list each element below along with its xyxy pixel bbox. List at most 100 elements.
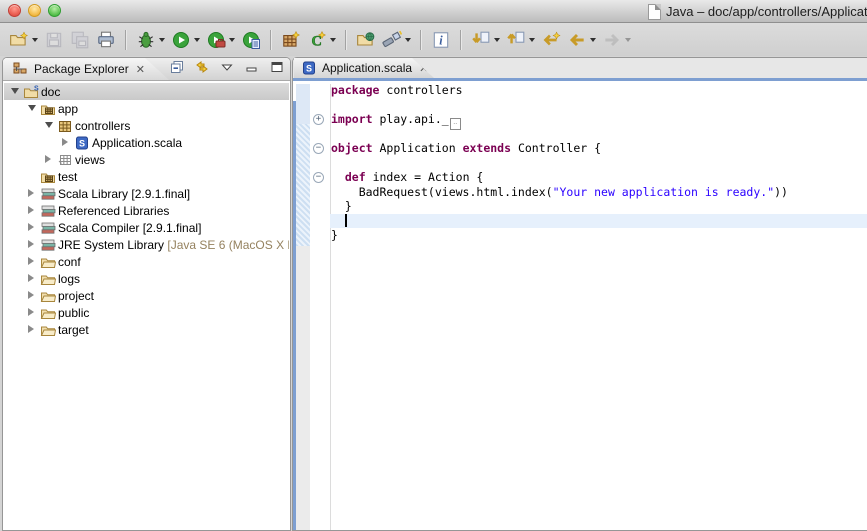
last-edit-location-button[interactable] <box>539 28 563 52</box>
tree-item-views[interactable]: views <box>4 151 289 168</box>
mark-occurrences-toggle[interactable]: i <box>429 28 453 52</box>
dropdown-caret-icon[interactable] <box>32 38 38 42</box>
previous-annotation-button[interactable] <box>504 28 537 52</box>
tree-item-referenced-libraries[interactable]: Referenced Libraries <box>4 202 289 219</box>
search-button[interactable] <box>380 28 413 52</box>
expand-arrow-icon[interactable] <box>45 155 51 163</box>
expand-arrow-icon[interactable] <box>28 206 34 214</box>
expand-arrow-icon[interactable] <box>28 257 34 265</box>
collapse-arrow-icon[interactable] <box>11 88 19 94</box>
code-line: BadRequest(views.html.index("Your new ap… <box>331 185 867 200</box>
run-history-button[interactable] <box>239 28 263 52</box>
code-text <box>331 170 345 184</box>
tree-item-scala-compiler-2-9-1-final[interactable]: Scala Compiler [2.9.1.final] <box>4 219 289 236</box>
tree-item-controllers[interactable]: controllers <box>4 117 289 134</box>
scala-file-icon: S <box>74 135 90 151</box>
collapse-arrow-icon[interactable] <box>28 105 36 111</box>
toolbar-separator <box>270 30 272 50</box>
tree-item-test[interactable]: test <box>4 168 289 185</box>
tree-item-jre-system-library[interactable]: JRE System Library [Java SE 6 (MacOS X D… <box>4 236 289 253</box>
code-line: object Application extends Controller { <box>331 141 867 156</box>
expand-arrow-icon[interactable] <box>28 189 34 197</box>
code-text-area[interactable]: package controllersimport play.api._..ob… <box>331 83 867 530</box>
tree-item-public[interactable]: public <box>4 304 289 321</box>
tree-item-project[interactable]: project <box>4 287 289 304</box>
debug-button[interactable] <box>134 28 167 52</box>
new-java-package-button[interactable] <box>279 28 303 52</box>
dropdown-caret-icon[interactable] <box>590 38 596 42</box>
zoom-button[interactable] <box>48 4 61 17</box>
library-icon <box>40 203 56 219</box>
expand-arrow-icon[interactable] <box>28 240 34 248</box>
link-editor-icon <box>194 59 210 80</box>
package-explorer-icon <box>11 60 29 78</box>
close-view-icon[interactable]: ✕ <box>136 63 145 76</box>
dropdown-caret-icon[interactable] <box>625 38 631 42</box>
svg-text:S: S <box>34 86 39 93</box>
view-menu-button[interactable] <box>218 60 236 78</box>
print-button[interactable] <box>94 28 118 52</box>
expand-arrow-icon[interactable] <box>28 274 34 282</box>
document-proxy-icon[interactable] <box>648 4 661 20</box>
tree-item-target[interactable]: target <box>4 321 289 338</box>
folding-margin: + − − <box>310 84 331 530</box>
save-icon <box>44 30 64 50</box>
tree-item-doc[interactable]: Sdoc <box>4 83 289 100</box>
mark-occurrences-icon: i <box>431 30 451 50</box>
code-line <box>331 156 867 171</box>
dropdown-caret-icon[interactable] <box>194 38 200 42</box>
dropdown-caret-icon[interactable] <box>529 38 535 42</box>
new-java-class-button[interactable]: C <box>305 28 338 52</box>
next-annotation-button[interactable] <box>469 28 502 52</box>
tree-item-scala-library-2-9-1-final[interactable]: Scala Library [2.9.1.final] <box>4 185 289 202</box>
tree-item-logs[interactable]: logs <box>4 270 289 287</box>
package-icon <box>57 118 73 134</box>
package-explorer-view: Package Explorer ✕ Sdocappcontrollers S Ap… <box>2 57 291 531</box>
run-button[interactable] <box>169 28 202 52</box>
package-explorer-tab[interactable]: Package Explorer ✕ <box>3 58 169 80</box>
dropdown-caret-icon[interactable] <box>330 38 336 42</box>
dropdown-caret-icon[interactable] <box>229 38 235 42</box>
external-tools-icon <box>206 30 226 50</box>
collapse-arrow-icon[interactable] <box>45 122 53 128</box>
collapse-all-button[interactable] <box>168 60 186 78</box>
external-tools-button[interactable] <box>204 28 237 52</box>
eclipse-window: Java – doc/app/controllers/Application.s… <box>0 0 867 531</box>
tree-item-label: views <box>75 153 105 167</box>
code-text: Controller { <box>518 141 601 155</box>
link-with-editor-button[interactable] <box>193 60 211 78</box>
tree-item-application-scala[interactable]: S Application.scala <box>4 134 289 151</box>
editor-tab-label: Application.scala <box>322 61 412 75</box>
expand-arrow-icon[interactable] <box>28 291 34 299</box>
open-resource-button[interactable] <box>354 28 378 52</box>
minimize-view-button[interactable] <box>243 60 261 78</box>
tree-item-label: Application.scala <box>92 136 182 150</box>
fold-collapse-icon[interactable]: − <box>313 172 324 183</box>
library-icon <box>40 237 56 253</box>
close-button[interactable] <box>8 4 21 17</box>
dropdown-caret-icon[interactable] <box>494 38 500 42</box>
expand-arrow-icon[interactable] <box>62 138 68 146</box>
new-wizard-button[interactable] <box>7 28 40 52</box>
expand-arrow-icon[interactable] <box>28 308 34 316</box>
svg-text:S: S <box>79 139 85 149</box>
back-button[interactable] <box>565 28 598 52</box>
code-text: Application <box>379 141 462 155</box>
maximize-view-button[interactable] <box>268 60 286 78</box>
close-editor-icon[interactable]: ✕ <box>419 62 428 75</box>
expand-arrow-icon[interactable] <box>28 223 34 231</box>
svg-text:S: S <box>306 64 312 74</box>
toolbar-separator <box>345 30 347 50</box>
editor-tab-application-scala[interactable]: S Application.scala ✕ <box>294 58 434 78</box>
dropdown-caret-icon[interactable] <box>405 38 411 42</box>
tree-item-conf[interactable]: conf <box>4 253 289 270</box>
fold-collapse-icon[interactable]: − <box>313 143 324 154</box>
fold-expand-icon[interactable]: + <box>313 114 324 125</box>
new-package-icon <box>281 30 301 50</box>
dropdown-caret-icon[interactable] <box>159 38 165 42</box>
tree-item-app[interactable]: app <box>4 100 289 117</box>
minimize-button[interactable] <box>28 4 41 17</box>
package-explorer-toolbar <box>168 58 286 80</box>
expand-arrow-icon[interactable] <box>28 325 34 333</box>
editor-tab-strip: S Application.scala ✕ <box>293 58 867 78</box>
